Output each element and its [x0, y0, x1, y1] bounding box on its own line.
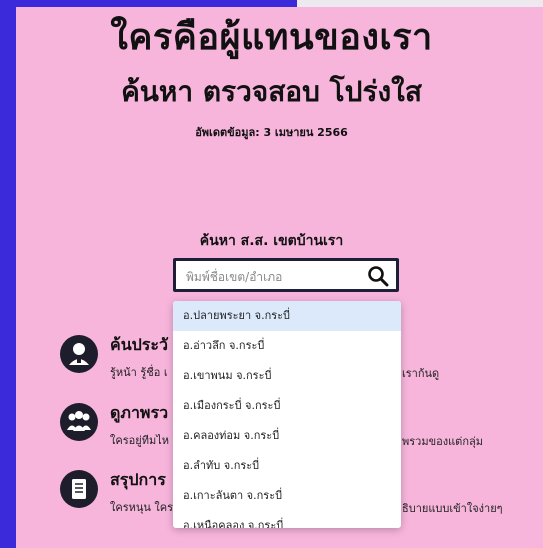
feature-desc: รู้หน้า รู้ชื่อ เ	[110, 366, 168, 379]
dropdown-option[interactable]: อ.คลองท่อม จ.กระบี่	[173, 421, 401, 451]
search-label: ค้นหา ส.ส. เขตบ้านเรา	[199, 233, 344, 249]
feature-title: ดูภาพรว	[110, 403, 169, 422]
dropdown-option[interactable]: อ.เมืองกระบี่ จ.กระบี่	[173, 391, 401, 421]
top-accent-bar	[16, 0, 297, 7]
feature-desc: ใครหนุน ใคร	[110, 501, 174, 514]
search-box[interactable]	[173, 258, 399, 292]
search-input[interactable]	[184, 266, 368, 288]
feature-title: สรุปการ	[110, 470, 166, 489]
search-icon[interactable]	[366, 264, 390, 288]
dropdown-option[interactable]: อ.ลำทับ จ.กระบี่	[173, 451, 401, 481]
district-dropdown[interactable]: อ.ปลายพระยา จ.กระบี่ อ.อ่าวลึก จ.กระบี่ …	[173, 301, 401, 528]
feature-desc-tail: ธิบายแบบเข้าใจง่ายๆ	[402, 502, 503, 515]
dropdown-option[interactable]: อ.อ่าวลึก จ.กระบี่	[173, 331, 401, 361]
document-icon	[60, 470, 98, 508]
group-icon	[60, 403, 98, 441]
page-title: ใครคือผู้แทนของเรา	[110, 17, 433, 58]
person-icon	[60, 335, 98, 373]
feature-title: ค้นประวั	[110, 335, 168, 354]
dropdown-option[interactable]: อ.เขาพนม จ.กระบี่	[173, 361, 401, 391]
page-subtitle: ค้นหา ตรวจสอบ โปร่งใส	[121, 75, 422, 108]
feature-desc: ใครอยู่ทีมไห	[110, 434, 169, 447]
feature-desc-tail: พรวมของแต่กลุ่ม	[402, 435, 483, 448]
dropdown-option[interactable]: อ.เกาะลันตา จ.กระบี่	[173, 481, 401, 511]
feature-desc-tail: เราก้นดู	[402, 367, 440, 380]
top-light-bar	[297, 0, 543, 7]
dropdown-option[interactable]: อ.เหนือคลอง จ.กระบี่	[173, 511, 401, 528]
dropdown-option[interactable]: อ.ปลายพระยา จ.กระบี่	[173, 301, 401, 331]
update-date: อัพเดตข้อมูล: 3 เมษายน 2566	[195, 126, 348, 139]
